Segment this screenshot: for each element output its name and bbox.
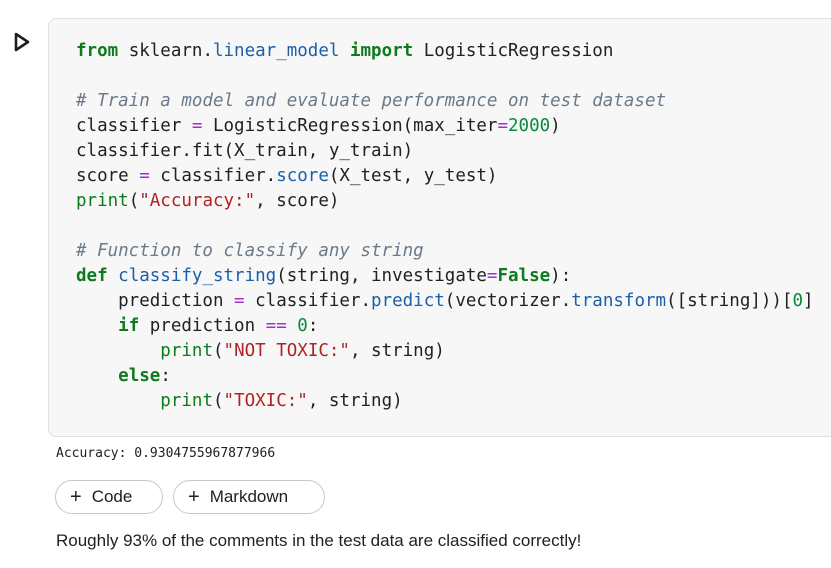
code-token: False — [497, 266, 551, 286]
code-token: LogisticRegression(max_iter — [202, 116, 498, 136]
code-token: else — [118, 366, 161, 386]
code-token: # Function to classify any string — [76, 241, 424, 261]
code-line: score = classifier.score(X_test, y_test) — [76, 164, 814, 189]
run-cell-button[interactable] — [10, 30, 34, 54]
code-token: , string) — [349, 341, 445, 361]
code-token: linear_model — [212, 41, 340, 61]
code-token: prediction — [76, 291, 235, 311]
add-code-label: Code — [91, 487, 133, 506]
code-token: classifier — [76, 116, 192, 136]
play-icon — [14, 32, 30, 52]
code-token: (X_test, y_test) — [328, 166, 498, 186]
plus-icon: + — [188, 486, 200, 508]
code-token: sklearn. — [118, 41, 213, 61]
code-token: classifier.fit(X_train, y_train) — [76, 141, 414, 161]
code-token: = — [234, 291, 245, 311]
add-markdown-label: Markdown — [209, 487, 289, 506]
code-line: print("TOXIC:", string) — [76, 389, 814, 414]
code-line: else: — [76, 364, 814, 389]
code-token: ( — [128, 191, 140, 211]
code-token: ([string]))[ — [666, 291, 793, 311]
code-token: "Accuracy:" — [139, 191, 256, 211]
code-line: prediction = classifier.predict(vectoriz… — [76, 289, 814, 314]
code-token: if — [118, 316, 140, 336]
code-token: from — [76, 41, 119, 61]
code-token: # Train a model and evaluate performance… — [76, 91, 667, 111]
plus-icon: + — [70, 486, 82, 508]
code-token: ( — [212, 391, 224, 411]
code-token: "NOT TOXIC:" — [223, 341, 350, 361]
code-token: : — [160, 366, 171, 386]
add-code-cell-button[interactable]: + Code — [55, 480, 163, 514]
code-cell[interactable]: from sklearn.linear_model import Logisti… — [48, 18, 831, 437]
code-line: print("Accuracy:", score) — [76, 189, 814, 214]
code-token: LogisticRegression — [413, 41, 614, 61]
code-token: (vectorizer. — [444, 291, 572, 311]
markdown-text-cell[interactable]: Roughly 93% of the comments in the test … — [56, 531, 581, 551]
code-token: score — [76, 166, 140, 186]
code-token: ) — [550, 116, 561, 136]
code-token: score — [276, 166, 329, 186]
code-token: classifier. — [244, 291, 372, 311]
code-token: : — [307, 316, 319, 336]
code-token: = — [191, 116, 203, 136]
code-editor[interactable]: from sklearn.linear_model import Logisti… — [76, 39, 814, 414]
code-token: import — [349, 41, 414, 61]
code-line: print("NOT TOXIC:", string) — [76, 339, 814, 364]
code-line: def classify_string(string, investigate=… — [76, 264, 814, 289]
code-token: print — [160, 391, 213, 411]
code-token: = — [497, 116, 509, 136]
code-line: # Function to classify any string — [76, 239, 814, 264]
code-token: = — [139, 166, 150, 186]
code-token: 0 — [792, 291, 804, 311]
code-token: print — [160, 341, 213, 361]
code-token: def — [76, 266, 108, 286]
code-token: (string, investigate — [276, 266, 487, 286]
code-token: , score) — [255, 191, 340, 211]
code-line: # Train a model and evaluate performance… — [76, 89, 814, 114]
code-line: if prediction == 0: — [76, 314, 814, 339]
code-token: 2000 — [508, 116, 551, 136]
code-token: == — [265, 316, 287, 336]
code-token: predict — [371, 291, 445, 311]
code-token: ): — [550, 266, 572, 286]
code-line: from sklearn.linear_model import Logisti… — [76, 39, 814, 64]
code-token: prediction — [139, 316, 266, 336]
add-markdown-cell-button[interactable]: + Markdown — [173, 480, 325, 514]
code-token: 0 — [297, 316, 308, 336]
code-line: classifier.fit(X_train, y_train) — [76, 139, 814, 164]
code-token: "TOXIC:" — [223, 391, 308, 411]
code-token: = — [486, 266, 498, 286]
code-token: classify_string — [118, 266, 277, 286]
code-token: transform — [571, 291, 667, 311]
code-token: classifier. — [149, 166, 277, 186]
code-token: print — [76, 191, 129, 211]
cell-output: Accuracy: 0.9304755967877966 — [56, 446, 276, 461]
code-token: ( — [212, 341, 224, 361]
code-token: ] — [803, 291, 814, 311]
code-token: , string) — [307, 391, 403, 411]
code-line: classifier = LogisticRegression(max_iter… — [76, 114, 814, 139]
